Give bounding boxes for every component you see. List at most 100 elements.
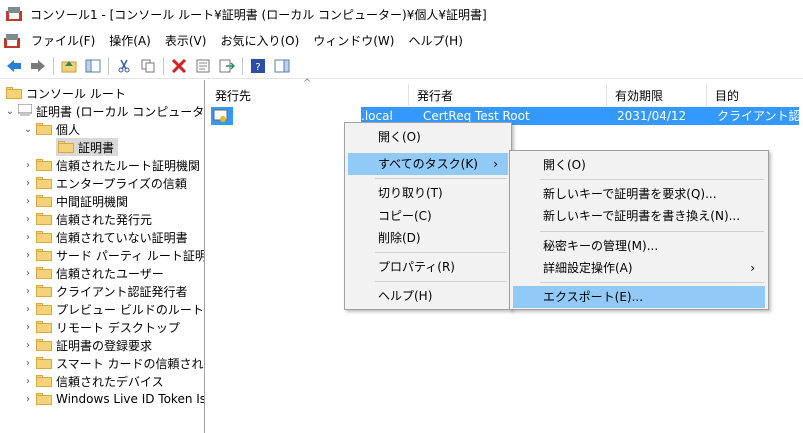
menu-help[interactable]: ヘルプ(H) bbox=[401, 31, 469, 51]
menu-bar: ファイル(F) 操作(A) 表示(V) お気に入り(O) ウィンドウ(W) ヘル… bbox=[0, 30, 803, 52]
menu-separator bbox=[540, 282, 764, 283]
export-list-icon[interactable] bbox=[217, 56, 237, 76]
mmc-app-icon bbox=[6, 7, 22, 21]
folder-icon bbox=[36, 303, 52, 315]
tree-item-trusted-root[interactable]: › 信頼されたルート証明機関 bbox=[22, 156, 200, 174]
folder-icon bbox=[36, 267, 52, 279]
console-menu-icon[interactable] bbox=[4, 34, 20, 48]
menu-separator bbox=[375, 252, 507, 253]
chevron-down-icon[interactable]: ⌄ bbox=[22, 124, 34, 135]
tree-item-windows-live-id[interactable]: › Windows Live ID Token Issuer bbox=[22, 390, 204, 408]
folder-icon bbox=[36, 213, 52, 225]
tree-item-label: Windows Live ID Token Issuer bbox=[56, 392, 204, 406]
tree-item-label: 中間証明機関 bbox=[56, 194, 129, 209]
properties-icon[interactable] bbox=[193, 56, 213, 76]
folder-icon bbox=[6, 87, 22, 99]
up-folder-icon[interactable] bbox=[59, 56, 79, 76]
menu-item-properties[interactable]: プロパティ(R) bbox=[348, 256, 508, 278]
chevron-right-icon[interactable]: › bbox=[22, 340, 34, 351]
chevron-right-icon[interactable]: › bbox=[22, 286, 34, 297]
chevron-right-icon[interactable]: › bbox=[22, 196, 34, 207]
tree-item-label: エンタープライズの信頼 bbox=[56, 176, 187, 191]
tree-item-label: リモート デスクトップ bbox=[56, 320, 180, 335]
tree-item-trusted-people[interactable]: › 信頼されたユーザー bbox=[22, 264, 164, 282]
tree-item-preview-build-roots[interactable]: › プレビュー ビルドのルート bbox=[22, 300, 204, 318]
tree-item-console-root[interactable]: コンソール ルート bbox=[4, 84, 126, 102]
tree-item-label: クライアント認証発行者 bbox=[56, 284, 188, 299]
copy-icon[interactable] bbox=[138, 56, 158, 76]
submenu-item-export[interactable]: エクスポート(E)... bbox=[513, 286, 765, 308]
column-header-purpose[interactable]: 目的 bbox=[707, 84, 803, 106]
submenu-item-open[interactable]: 開く(O) bbox=[513, 154, 765, 176]
chevron-right-icon[interactable]: › bbox=[22, 214, 34, 225]
submenu-item-request-new-key[interactable]: 新しいキーで証明書を要求(Q)... bbox=[513, 183, 765, 205]
tree-item-trusted-devices[interactable]: › 信頼されたデバイス bbox=[22, 372, 164, 390]
menu-view[interactable]: 表示(V) bbox=[158, 31, 214, 51]
menu-item-copy[interactable]: コピー(C) bbox=[348, 205, 508, 227]
tree-item-smart-card-roots[interactable]: › スマート カードの信頼されたルート bbox=[22, 354, 204, 372]
menu-action[interactable]: 操作(A) bbox=[102, 31, 158, 51]
delete-icon[interactable] bbox=[169, 56, 189, 76]
forward-arrow-icon[interactable] bbox=[28, 56, 48, 76]
tree-item-remote-desktop[interactable]: › リモート デスクトップ bbox=[22, 318, 180, 336]
menu-item-delete[interactable]: 削除(D) bbox=[348, 227, 508, 249]
certificate-icon bbox=[213, 108, 229, 127]
folder-icon bbox=[36, 321, 52, 333]
tree-item-client-auth-issuers[interactable]: › クライアント認証発行者 bbox=[22, 282, 188, 300]
menu-file[interactable]: ファイル(F) bbox=[24, 31, 102, 51]
folder-icon bbox=[36, 339, 52, 351]
cut-icon[interactable] bbox=[114, 56, 134, 76]
menu-favorites[interactable]: お気に入り(O) bbox=[213, 31, 306, 51]
tree-item-label: プレビュー ビルドのルート bbox=[56, 302, 204, 317]
folder-icon bbox=[36, 177, 52, 189]
column-header-issued-by[interactable]: 発行者 bbox=[409, 84, 607, 106]
tree-item-certificates-local[interactable]: ⌄ 証明書 (ローカル コンピューター) bbox=[4, 102, 204, 120]
column-header-expiration[interactable]: 有効期限 bbox=[607, 84, 707, 106]
menu-item-cut[interactable]: 切り取り(T) bbox=[348, 182, 508, 204]
sort-up-icon: ^ bbox=[303, 78, 312, 89]
show-hide-tree-icon[interactable] bbox=[83, 56, 103, 76]
chevron-right-icon[interactable]: › bbox=[22, 304, 34, 315]
chevron-right-icon[interactable]: › bbox=[22, 178, 34, 189]
action-pane-icon[interactable] bbox=[272, 56, 292, 76]
submenu-item-advanced-operations[interactable]: 詳細設定操作(A) › bbox=[513, 257, 765, 279]
context-menu: 開く(O) すべてのタスク(K) › 切り取り(T) コピー(C) 削除(D) … bbox=[344, 122, 512, 310]
tree-item-untrusted[interactable]: › 信頼されていない証明書 bbox=[22, 228, 188, 246]
tree-item-label: サード パーティ ルート証明機関 bbox=[56, 248, 205, 263]
menu-window[interactable]: ウィンドウ(W) bbox=[306, 31, 401, 51]
menu-item-open[interactable]: 開く(O) bbox=[348, 126, 508, 148]
folder-icon bbox=[36, 159, 52, 171]
tree-item-enrollment-requests[interactable]: › 証明書の登録要求 bbox=[22, 336, 152, 354]
menu-item-label: 詳細設定操作(A) bbox=[543, 261, 633, 275]
chevron-down-icon[interactable]: ⌄ bbox=[4, 106, 16, 117]
toolbar-separator bbox=[163, 56, 164, 75]
tree-item-third-party-root[interactable]: › サード パーティ ルート証明機関 bbox=[22, 246, 205, 264]
toolbar-separator bbox=[108, 56, 109, 75]
tree-item-label: 信頼されたルート証明機関 bbox=[56, 158, 201, 173]
menu-item-help[interactable]: ヘルプ(H) bbox=[348, 285, 508, 307]
chevron-right-icon[interactable]: › bbox=[22, 250, 34, 261]
chevron-right-icon[interactable]: › bbox=[22, 232, 34, 243]
menu-item-all-tasks[interactable]: すべてのタスク(K) › bbox=[348, 153, 508, 175]
column-header-issued-to[interactable]: 発行先 ^ bbox=[207, 78, 409, 106]
chevron-right-icon[interactable]: › bbox=[22, 394, 34, 405]
back-arrow-icon[interactable] bbox=[4, 56, 24, 76]
chevron-right-icon[interactable]: › bbox=[22, 358, 34, 369]
menu-separator bbox=[540, 179, 764, 180]
help-icon[interactable]: ? bbox=[248, 56, 268, 76]
chevron-right-icon[interactable]: › bbox=[22, 322, 34, 333]
folder-icon bbox=[36, 375, 52, 387]
tree-item-label: 信頼された発行元 bbox=[56, 212, 153, 227]
tree-item-label: 信頼されたデバイス bbox=[56, 374, 164, 389]
tree-item-personal[interactable]: ⌄ 個人 bbox=[22, 120, 80, 138]
chevron-right-icon[interactable]: › bbox=[22, 160, 34, 171]
submenu-item-renew-new-key[interactable]: 新しいキーで証明書を書き換え(N)... bbox=[513, 205, 765, 227]
chevron-right-icon[interactable]: › bbox=[22, 268, 34, 279]
tree-item-intermediate-ca[interactable]: › 中間証明機関 bbox=[22, 192, 128, 210]
tree-item-enterprise-trust[interactable]: › エンタープライズの信頼 bbox=[22, 174, 187, 192]
console-tree: コンソール ルート ⌄ 証明書 (ローカル コンピューター) ⌄ 個人 証明書 … bbox=[0, 80, 205, 433]
tree-item-personal-certificates[interactable]: 証明書 bbox=[56, 138, 119, 156]
chevron-right-icon[interactable]: › bbox=[22, 376, 34, 387]
submenu-item-manage-private-keys[interactable]: 秘密キーの管理(M)... bbox=[513, 235, 765, 257]
tree-item-trusted-publishers[interactable]: › 信頼された発行元 bbox=[22, 210, 152, 228]
